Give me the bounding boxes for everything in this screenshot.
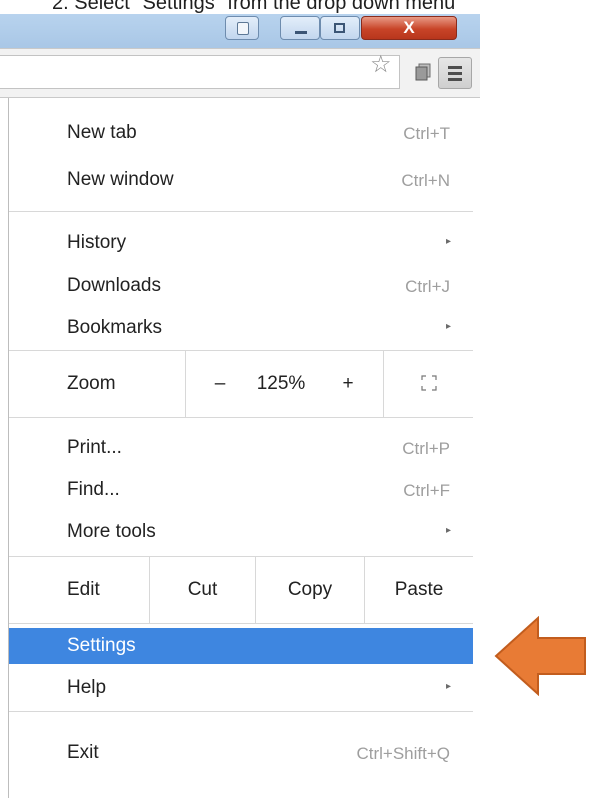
submenu-arrow-icon: ▸: [445, 681, 451, 692]
edit-label: Edit: [67, 579, 100, 600]
extension-icon[interactable]: [413, 62, 433, 82]
shortcut-print: Ctrl+P: [402, 439, 450, 458]
menu-divider: [185, 351, 186, 417]
hamburger-menu-icon: [448, 66, 462, 69]
submenu-arrow-icon: ▸: [445, 525, 451, 536]
user-profile-button[interactable]: [225, 16, 259, 40]
shortcut-find: Ctrl+F: [403, 481, 450, 500]
user-icon: [237, 22, 249, 35]
submenu-arrow-icon: ▸: [445, 321, 451, 332]
menu-item-bookmarks[interactable]: Bookmarks ▸: [9, 310, 473, 346]
menu-item-settings[interactable]: Settings: [9, 628, 473, 664]
close-button[interactable]: X: [361, 16, 457, 40]
maximize-icon: [334, 23, 345, 33]
menu-item-downloads[interactable]: Downloads Ctrl+J: [9, 268, 473, 304]
menu-item-more-tools[interactable]: More tools ▸: [9, 514, 473, 550]
minimize-icon: [295, 31, 307, 34]
zoom-label: Zoom: [67, 373, 116, 394]
zoom-level: 125%: [256, 373, 306, 394]
menu-item-help[interactable]: Help ▸: [9, 670, 473, 706]
zoom-row: Zoom – 125% +: [9, 351, 473, 417]
menu-separator: [9, 417, 473, 418]
menu-separator: [9, 211, 473, 212]
maximize-button[interactable]: [320, 16, 360, 40]
chrome-dropdown-menu: New tab Ctrl+T New window Ctrl+N History…: [8, 98, 480, 798]
paste-button[interactable]: Paste: [365, 557, 473, 623]
menu-item-new-tab[interactable]: New tab Ctrl+T: [9, 115, 473, 151]
minimize-button[interactable]: [280, 16, 320, 40]
hamburger-menu-button[interactable]: [438, 57, 472, 89]
shortcut-new-tab: Ctrl+T: [403, 124, 450, 143]
menu-item-history[interactable]: History ▸: [9, 225, 473, 261]
menu-separator: [9, 623, 473, 624]
browser-toolbar: ☆: [0, 48, 480, 98]
orange-arrow-icon: [494, 616, 586, 696]
instruction-text: 2. Select "Settings" from the drop down …: [52, 0, 456, 14]
shortcut-downloads: Ctrl+J: [405, 277, 450, 296]
shortcut-exit: Ctrl+Shift+Q: [356, 744, 450, 763]
submenu-arrow-icon: ▸: [445, 236, 451, 247]
shortcut-new-window: Ctrl+N: [401, 171, 450, 190]
window-titlebar: X: [0, 14, 480, 48]
zoom-out-button[interactable]: –: [197, 351, 243, 417]
cut-button[interactable]: Cut: [150, 557, 255, 623]
fullscreen-icon: [421, 375, 437, 391]
menu-item-new-window[interactable]: New window Ctrl+N: [9, 162, 473, 198]
close-icon: X: [403, 18, 415, 37]
copy-button[interactable]: Copy: [256, 557, 364, 623]
star-icon[interactable]: ☆: [370, 50, 392, 80]
menu-item-find[interactable]: Find... Ctrl+F: [9, 472, 473, 508]
edit-row: Edit Cut Copy Paste: [9, 557, 473, 623]
menu-separator: [9, 711, 473, 712]
address-bar[interactable]: [0, 55, 400, 89]
zoom-in-button[interactable]: +: [325, 351, 371, 417]
menu-item-print[interactable]: Print... Ctrl+P: [9, 430, 473, 466]
menu-item-exit[interactable]: Exit Ctrl+Shift+Q: [9, 735, 473, 771]
